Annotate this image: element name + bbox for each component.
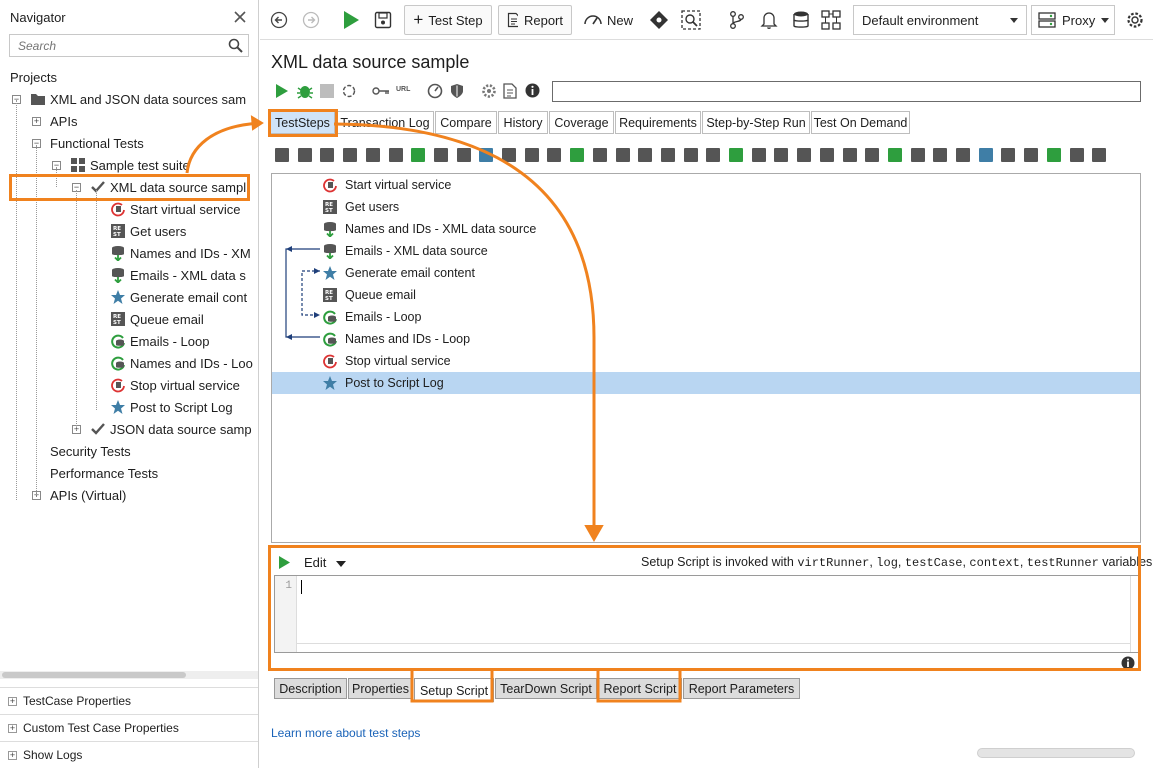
callout-arrows <box>185 115 682 703</box>
